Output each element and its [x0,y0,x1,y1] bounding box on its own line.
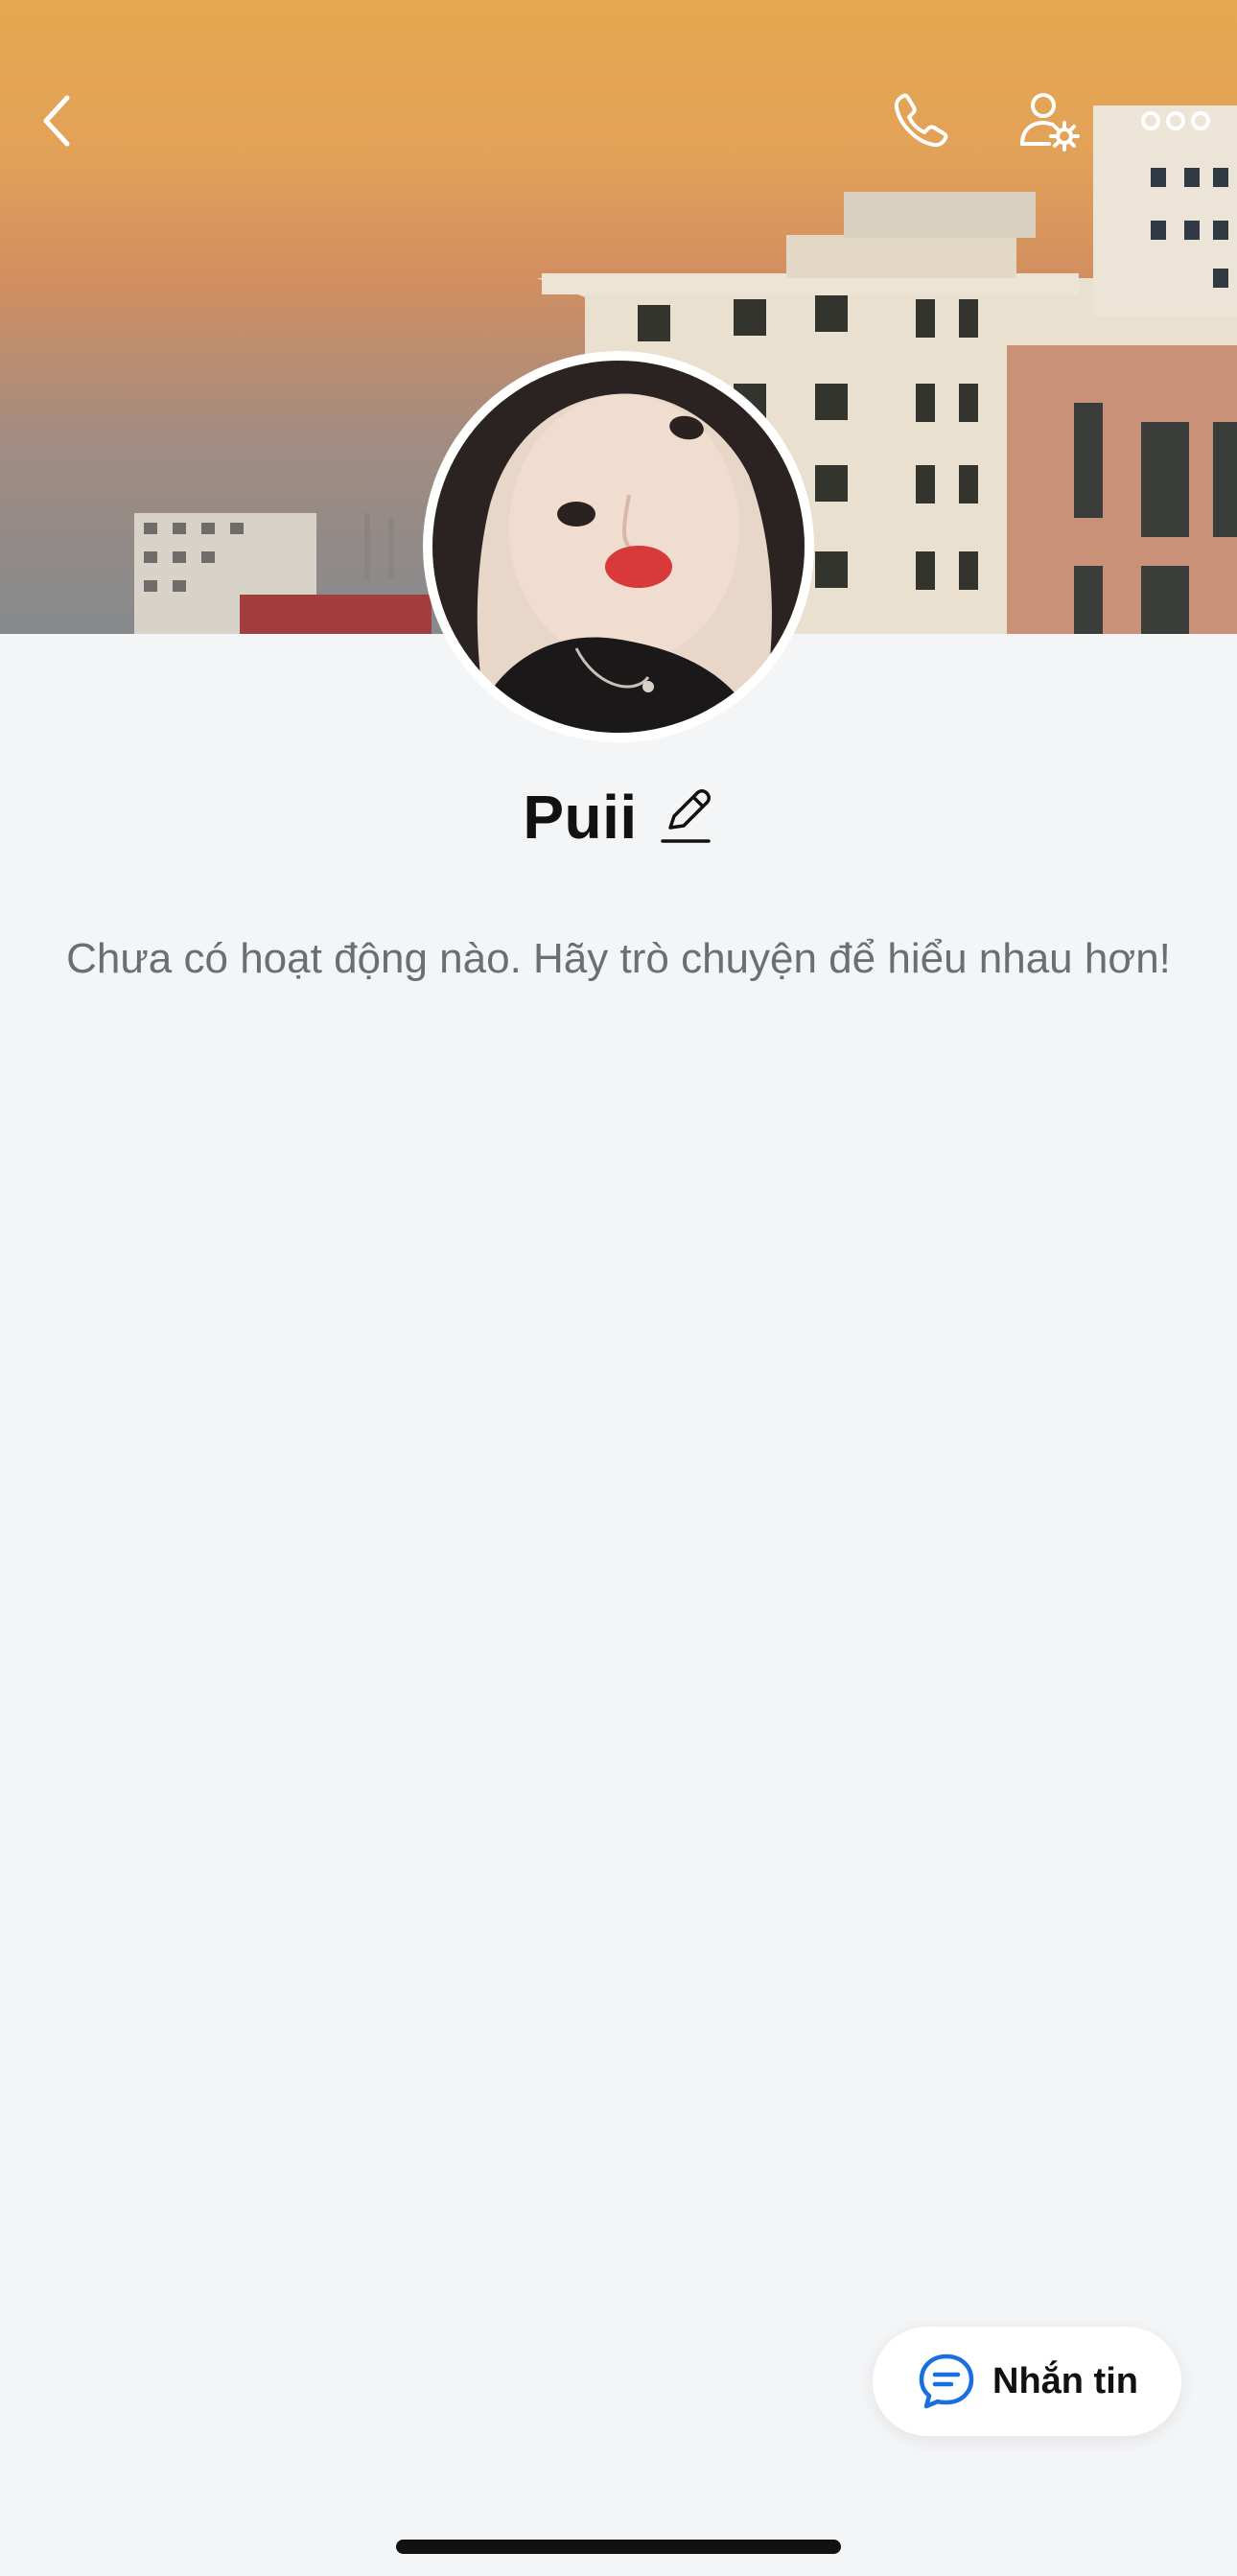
send-message-button[interactable]: Nhắn tin [873,2327,1181,2436]
home-indicator[interactable] [396,2540,841,2554]
user-settings-button[interactable] [1015,86,1084,155]
call-button[interactable] [886,86,955,155]
back-button[interactable] [23,86,92,155]
user-settings-icon [1020,93,1080,152]
more-dots-icon [1141,111,1210,130]
phone-icon [894,93,948,148]
chevron-left-icon [43,95,70,147]
profile-avatar[interactable] [423,351,814,742]
empty-activity-text: Chưa có hoạt động nào. Hãy trò chuyện để… [66,935,1171,982]
profile-name: Puii [523,783,638,852]
send-message-label: Nhắn tin [992,2360,1138,2401]
pencil-icon[interactable] [657,785,714,849]
avatar-photo [432,361,805,733]
more-options-button[interactable] [1139,86,1212,155]
profile-name-row: Puii [0,782,1237,853]
chat-bubble-icon [919,2354,974,2409]
